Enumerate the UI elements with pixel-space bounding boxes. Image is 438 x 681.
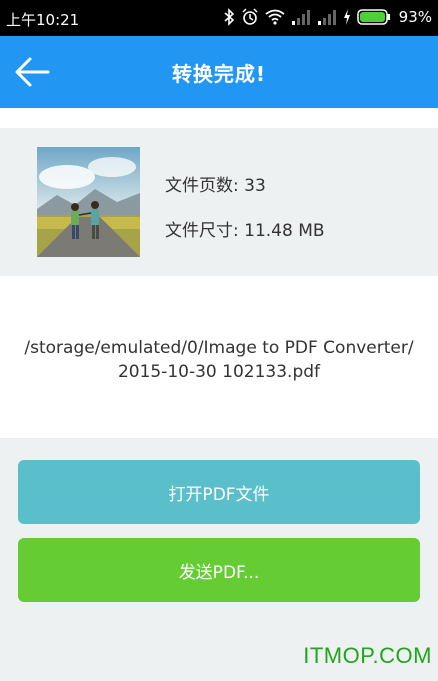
signal-2-icon bbox=[317, 10, 336, 25]
battery-icon bbox=[356, 9, 390, 25]
status-time: 上午10:21 bbox=[6, 11, 80, 29]
pdf-thumbnail bbox=[37, 147, 140, 257]
page-title: 转换完成! bbox=[171, 62, 267, 86]
file-path-panel: /storage/emulated/0/Image to PDF Convert… bbox=[0, 276, 438, 438]
spacer bbox=[0, 108, 438, 128]
charging-icon bbox=[343, 9, 350, 25]
bluetooth-icon bbox=[224, 8, 234, 26]
battery-percent: 93% bbox=[398, 8, 432, 26]
app-bar: 转换完成! bbox=[0, 36, 438, 108]
watermark: ITMOP.COM bbox=[303, 643, 432, 668]
file-path: /storage/emulated/0/Image to PDF Convert… bbox=[10, 336, 428, 384]
file-path-line-2: 2015-10-30 102133.pdf bbox=[117, 362, 321, 382]
page-count-label: 文件页数: 33 bbox=[165, 176, 266, 196]
file-path-line-1: /storage/emulated/0/Image to PDF Convert… bbox=[24, 338, 414, 358]
status-bar: 上午10:21 93% bbox=[0, 0, 438, 36]
send-pdf-button[interactable]: 发送PDF... bbox=[18, 538, 420, 602]
open-pdf-button[interactable]: 打开PDF文件 bbox=[18, 460, 420, 524]
alarm-icon bbox=[242, 8, 258, 25]
file-info-panel: 文件页数: 33 文件尺寸: 11.48 MB bbox=[0, 128, 438, 276]
file-size-label: 文件尺寸: 11.48 MB bbox=[165, 221, 325, 241]
signal-1-icon bbox=[291, 10, 310, 25]
wifi-icon bbox=[265, 9, 285, 25]
status-icons: 93% bbox=[223, 8, 432, 26]
